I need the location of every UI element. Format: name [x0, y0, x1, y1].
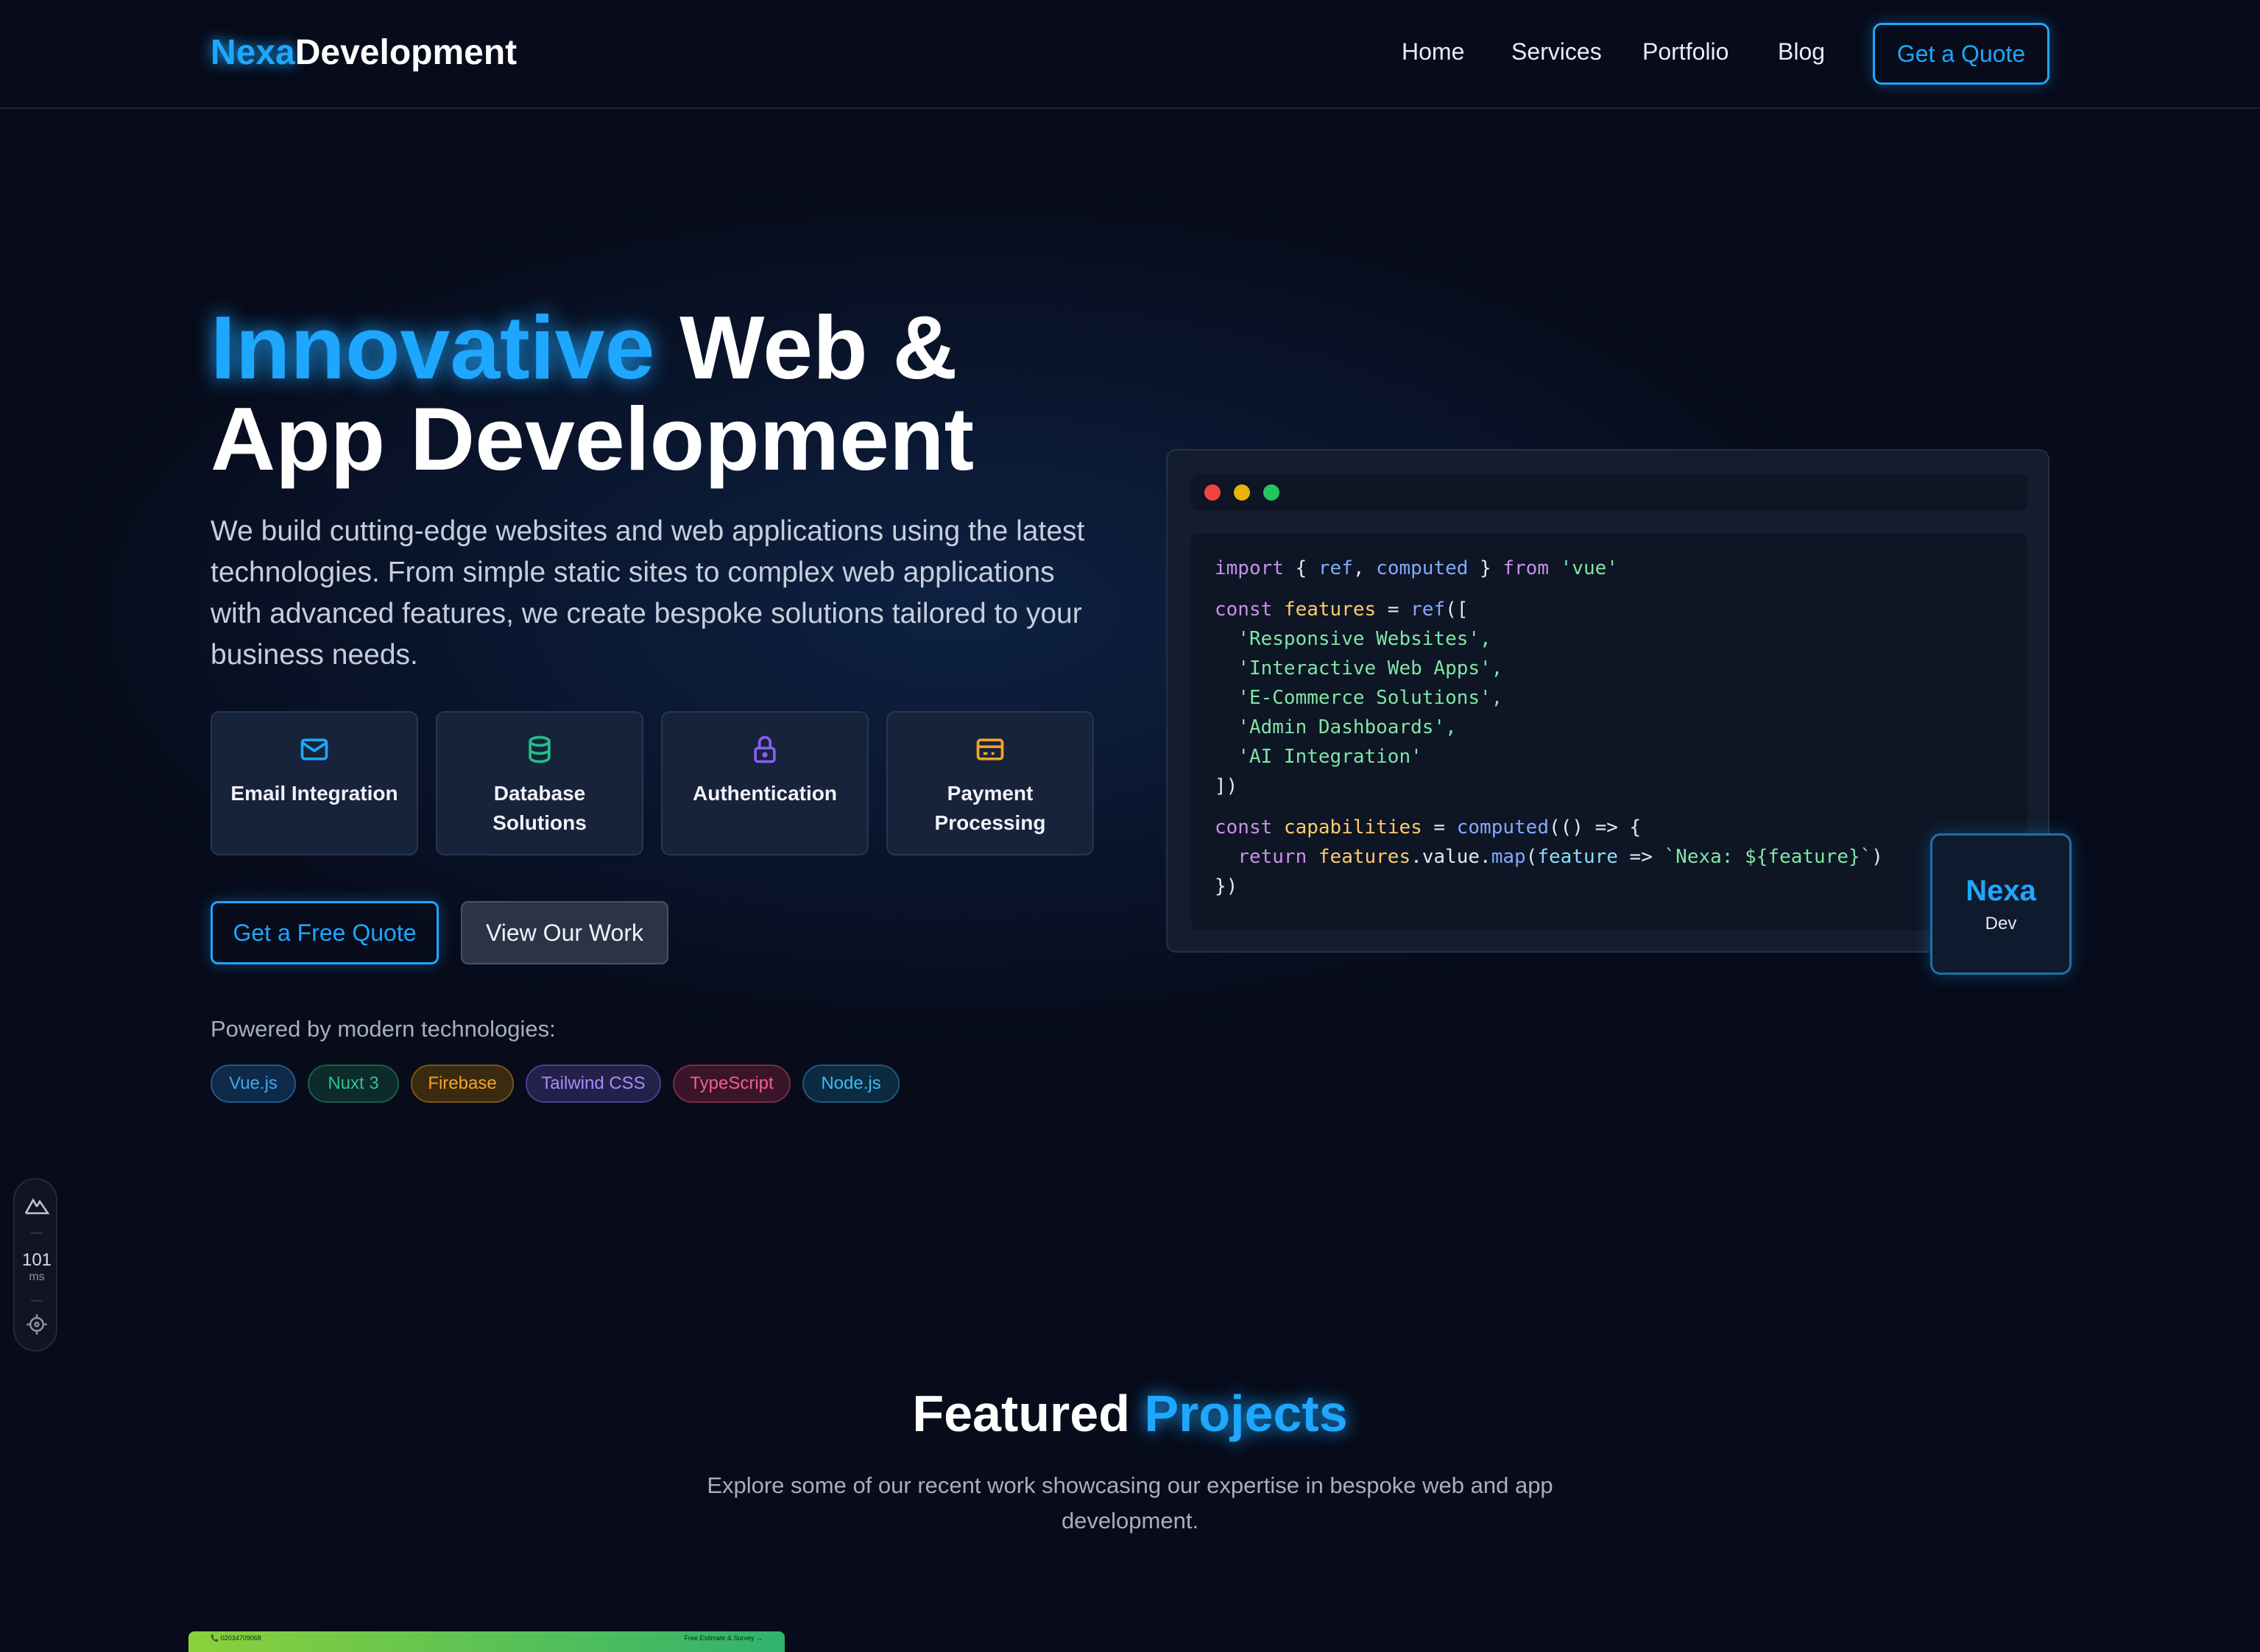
powered-by-label: Powered by modern technologies:	[211, 1016, 556, 1042]
nav-portfolio[interactable]: Portfolio	[1642, 38, 1728, 66]
feature-card-email: Email Integration	[211, 711, 418, 855]
featured-projects-subtitle: Explore some of our recent work showcasi…	[707, 1472, 1553, 1533]
feature-label: Payment Processing	[934, 782, 1046, 834]
feature-card-authentication: Authentication	[661, 711, 869, 855]
code-item: 'E-Commerce Solutions',	[1237, 687, 1503, 709]
render-time-unit: ms	[29, 1271, 45, 1283]
tech-chip-node-js: Node.js	[802, 1065, 900, 1103]
get-free-quote-button[interactable]: Get a Free Quote	[211, 901, 439, 964]
featured-title-part1: Featured	[912, 1385, 1145, 1442]
badge-name: Nexa	[1966, 874, 2036, 907]
tech-chip-nuxt-3: Nuxt 3	[308, 1065, 399, 1103]
hero-title-line2: App Development	[211, 389, 975, 489]
code-close: })	[1215, 875, 1238, 897]
site-header: NexaDevelopment Home Services Portfolio …	[0, 0, 2260, 109]
feature-card-database: Database Solutions	[436, 711, 643, 855]
feature-label: Authentication	[693, 782, 837, 805]
render-time-value: 101	[21, 1250, 52, 1270]
hero-description: We build cutting-edge websites and web a…	[211, 515, 1085, 671]
nav-services[interactable]: Services	[1511, 38, 1602, 66]
logo-nexa: Nexa	[211, 33, 295, 72]
hero-title-rest: Web &	[654, 297, 958, 398]
logo-development: Development	[294, 33, 518, 72]
get-quote-button[interactable]: Get a Quote	[1873, 23, 2049, 85]
hero-title: Innovative Web & App Development	[211, 302, 974, 484]
nexa-dev-badge: Nexa Dev	[1930, 833, 2072, 975]
database-icon	[529, 735, 551, 763]
close-dot-icon	[1204, 484, 1221, 501]
feature-label: Email Integration	[230, 782, 398, 805]
tech-chip-typescript: TypeScript	[673, 1065, 791, 1103]
project-preview-card[interactable]: 📞 02034709068 Free Estimate & Survey →	[188, 1631, 785, 1652]
tech-chip-tailwind-css: Tailwind CSS	[526, 1065, 661, 1103]
tech-chip-firebase: Firebase	[411, 1065, 514, 1103]
featured-projects-title: Featured Projects	[0, 1384, 2260, 1443]
nav-home[interactable]: Home	[1402, 38, 1464, 66]
credit-card-icon	[976, 738, 1004, 760]
maximize-dot-icon	[1263, 484, 1279, 501]
code-line-const-features: const features = ref([	[1215, 599, 1469, 621]
nuxt-devtools-bar[interactable]: 101 ms	[13, 1178, 57, 1352]
code-item: 'AI Integration'	[1237, 746, 1422, 768]
code-line-return: return features.value.map(feature => `Ne…	[1237, 846, 1883, 868]
tech-chip-vue-js: Vue.js	[211, 1065, 296, 1103]
preview-cta: Free Estimate & Survey →	[684, 1634, 763, 1642]
hero-title-highlight: Innovative	[211, 297, 655, 398]
site-logo[interactable]: NexaDevelopment	[211, 32, 517, 73]
view-our-work-button[interactable]: View Our Work	[461, 901, 668, 964]
code-window-titlebar	[1191, 474, 2027, 511]
feature-label: Database Solutions	[492, 782, 587, 834]
badge-sub: Dev	[1985, 913, 2017, 933]
code-item: 'Interactive Web Apps',	[1237, 657, 1503, 679]
featured-title-highlight: Projects	[1144, 1385, 1348, 1442]
lock-icon	[754, 735, 776, 763]
code-item: 'Responsive Websites',	[1237, 628, 1491, 650]
preview-phone: 📞 02034709068	[211, 1634, 261, 1642]
code-line-import: import { ref, computed } from 'vue'	[1215, 557, 1618, 579]
nuxt-logo-icon[interactable]	[24, 1196, 49, 1215]
feature-card-payment: Payment Processing	[886, 711, 1094, 855]
crosshair-icon[interactable]	[26, 1313, 48, 1335]
mail-icon	[300, 738, 328, 760]
code-close: ])	[1215, 775, 1238, 797]
code-snippet: import { ref, computed } from 'vue' cons…	[1215, 554, 1883, 901]
minimize-dot-icon	[1234, 484, 1250, 501]
nav-blog[interactable]: Blog	[1778, 38, 1825, 66]
code-line-const-capabilities: const capabilities = computed(() => {	[1215, 816, 1642, 839]
code-window: import { ref, computed } from 'vue' cons…	[1166, 449, 2049, 953]
code-item: 'Admin Dashboards',	[1237, 716, 1457, 738]
